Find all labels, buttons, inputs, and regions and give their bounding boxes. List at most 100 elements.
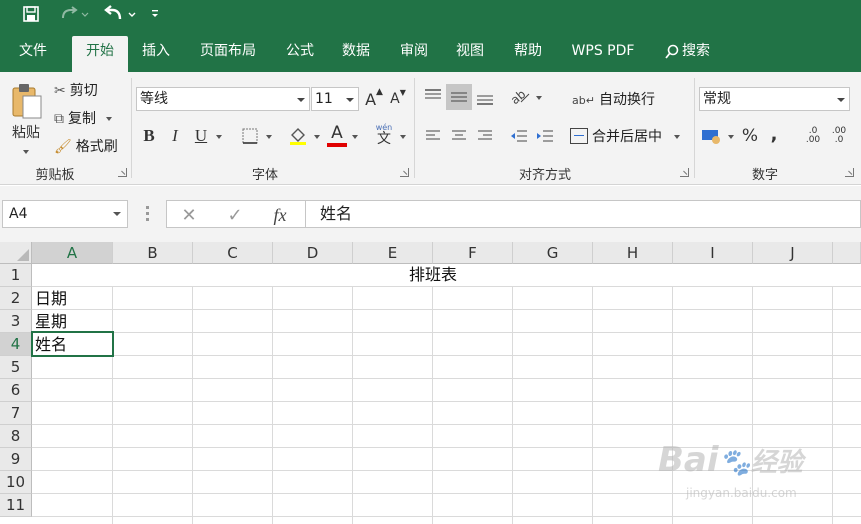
font-color-dropdown-icon[interactable]	[352, 135, 358, 139]
comma-button[interactable]: ,	[766, 122, 782, 146]
row-header-10[interactable]: 10	[0, 471, 32, 494]
column-header-i[interactable]: I	[673, 242, 753, 264]
tab-formulas[interactable]: 公式	[278, 36, 322, 72]
borders-icon[interactable]	[238, 124, 262, 148]
name-box[interactable]: A4	[2, 200, 128, 228]
watermark-brand: Bai🐾经验	[658, 440, 803, 480]
chevron-down-icon	[837, 98, 845, 102]
bold-button[interactable]: B	[138, 124, 160, 148]
row-header-1[interactable]: 1	[0, 264, 32, 287]
column-header-c[interactable]: C	[193, 242, 273, 264]
font-color-button[interactable]: A	[326, 122, 348, 148]
merge-center-button[interactable]: 合并后居中	[570, 126, 681, 146]
tab-file[interactable]: 文件	[8, 36, 58, 72]
insert-function-icon[interactable]: fx	[267, 203, 293, 227]
formula-bar: A4 ✕ ✓ fx 姓名	[0, 186, 861, 242]
decrease-decimal-icon[interactable]: .00 .0	[828, 124, 850, 148]
cancel-icon[interactable]: ✕	[177, 203, 201, 227]
shrink-font-icon[interactable]: A ▼	[388, 88, 408, 110]
merged-cell-a1-j1[interactable]: 排班表	[33, 264, 833, 286]
align-right-icon[interactable]	[474, 124, 496, 148]
percent-button[interactable]: %	[740, 124, 760, 148]
align-center-icon[interactable]	[448, 124, 470, 148]
formula-input[interactable]: 姓名	[306, 200, 861, 228]
align-middle-icon[interactable]	[446, 84, 472, 110]
row-header-5[interactable]: 5	[0, 356, 32, 379]
tab-search[interactable]: 搜索	[660, 36, 726, 72]
column-header-k[interactable]	[833, 242, 861, 264]
font-name-select[interactable]: 等线	[136, 87, 310, 111]
tab-review[interactable]: 审阅	[390, 36, 438, 72]
gridline	[352, 264, 353, 524]
paste-button[interactable]: 粘贴	[6, 78, 46, 158]
tab-home[interactable]: 开始	[72, 36, 128, 72]
align-top-icon[interactable]	[422, 84, 444, 108]
enter-icon[interactable]: ✓	[223, 203, 247, 227]
grip-icon[interactable]	[146, 206, 149, 222]
row-header-3[interactable]: 3	[0, 310, 32, 333]
row-header-11[interactable]: 11	[0, 494, 32, 517]
borders-dropdown-icon[interactable]	[266, 135, 272, 139]
tab-view[interactable]: 视图	[448, 36, 492, 72]
customize-icon[interactable]	[146, 3, 164, 25]
column-header-e[interactable]: E	[353, 242, 433, 264]
merge-center-label: 合并后居中	[592, 129, 662, 145]
currency-icon[interactable]	[700, 124, 724, 148]
fill-color-dropdown-icon[interactable]	[314, 135, 320, 139]
row-header-8[interactable]: 8	[0, 425, 32, 448]
column-header-b[interactable]: B	[113, 242, 193, 264]
underline-button[interactable]: U	[190, 124, 212, 148]
align-bottom-icon[interactable]	[474, 86, 496, 110]
tab-page-layout[interactable]: 页面布局	[190, 36, 266, 72]
column-header-a[interactable]: A	[32, 242, 113, 264]
column-header-g[interactable]: G	[513, 242, 593, 264]
row-header-6[interactable]: 6	[0, 379, 32, 402]
font-size-select[interactable]: 11	[311, 87, 359, 111]
undo-icon[interactable]	[100, 3, 140, 25]
cell-a3[interactable]: 星期	[33, 310, 67, 333]
row-header-9[interactable]: 9	[0, 448, 32, 471]
cell-a2[interactable]: 日期	[33, 287, 67, 310]
row-header-2[interactable]: 2	[0, 287, 32, 310]
select-all-button[interactable]	[0, 242, 32, 264]
orientation-icon[interactable]: ab	[508, 84, 532, 108]
phonetic-button[interactable]: wén 文	[372, 122, 396, 148]
increase-indent-icon[interactable]	[534, 124, 556, 148]
tab-insert[interactable]: 插入	[134, 36, 178, 72]
column-header-f[interactable]: F	[433, 242, 513, 264]
worksheet-grid[interactable]: A B C D E F G H I J 1 2 3 4 5 6 7 8 9 10…	[0, 242, 861, 524]
clipboard-launcher-icon[interactable]	[118, 168, 127, 177]
row-header-4[interactable]: 4	[0, 333, 32, 356]
currency-dropdown-icon[interactable]	[728, 135, 734, 139]
align-left-icon[interactable]	[422, 124, 444, 148]
italic-button[interactable]: I	[164, 124, 186, 148]
alignment-launcher-icon[interactable]	[680, 168, 689, 177]
tab-help[interactable]: 帮助	[504, 36, 552, 72]
column-header-h[interactable]: H	[593, 242, 673, 264]
font-launcher-icon[interactable]	[400, 168, 409, 177]
number-format-select[interactable]: 常规	[699, 87, 850, 111]
tab-wps-pdf[interactable]: WPS PDF	[562, 36, 644, 72]
fill-color-icon[interactable]	[286, 124, 310, 148]
column-header-j[interactable]: J	[753, 242, 833, 264]
increase-decimal-icon[interactable]: .0 .00	[802, 124, 824, 148]
save-icon[interactable]	[18, 3, 44, 25]
phonetic-dropdown-icon[interactable]	[400, 135, 406, 139]
name-box-value: A4	[9, 206, 28, 222]
grow-font-icon[interactable]: A ▲	[364, 87, 384, 110]
decrease-indent-icon[interactable]	[508, 124, 530, 148]
number-launcher-icon[interactable]	[845, 168, 854, 177]
copy-button[interactable]: ⧉ 复制	[54, 108, 113, 128]
row-header-7[interactable]: 7	[0, 402, 32, 425]
number-format-value: 常规	[703, 91, 731, 107]
format-painter-button[interactable]: 🖌 格式刷	[54, 136, 118, 156]
orientation-dropdown-icon[interactable]	[536, 96, 542, 100]
wrap-text-button[interactable]: ab↵ 自动换行	[572, 89, 655, 109]
search-label: 搜索	[682, 43, 710, 59]
tab-data[interactable]: 数据	[334, 36, 378, 72]
redo-icon[interactable]	[56, 3, 92, 25]
column-header-d[interactable]: D	[273, 242, 353, 264]
underline-dropdown-icon[interactable]	[216, 135, 222, 139]
cut-button[interactable]: ✂ 剪切	[54, 80, 98, 100]
gridline	[32, 286, 861, 287]
